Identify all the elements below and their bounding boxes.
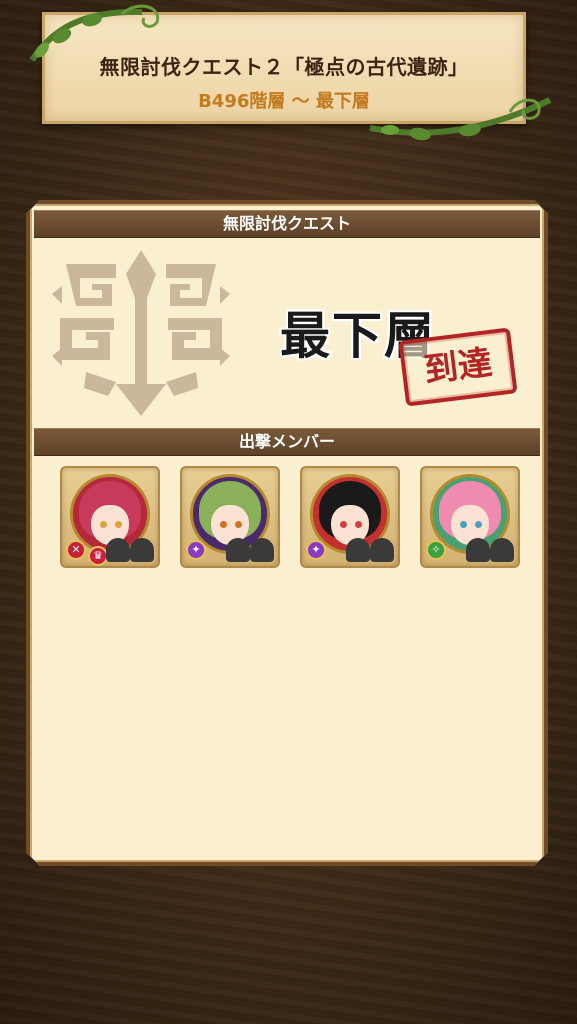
class-icon: ♛ xyxy=(88,546,108,566)
reached-stamp: 到達 xyxy=(398,327,517,406)
member-card-1[interactable]: ✕ ♛ xyxy=(60,466,160,568)
member-card-2[interactable]: ✦ xyxy=(180,466,280,568)
equipment-slots xyxy=(466,536,514,562)
vine-decoration-bottom-right xyxy=(369,97,552,141)
element-icon: ✧ xyxy=(426,540,446,560)
equipment-slots xyxy=(226,536,274,562)
quest-result-panel: 無限討伐クエスト 最下層 到達 出撃メンバー ✕ ♛ ✦ ✦ ✧ xyxy=(26,200,548,866)
vine-decoration-top-left xyxy=(29,4,160,62)
element-icon: ✦ xyxy=(306,540,326,560)
equipment-slots xyxy=(106,536,154,562)
element-icon: ✕ xyxy=(66,540,86,560)
member-card-3[interactable]: ✦ xyxy=(300,466,400,568)
equipment-slots xyxy=(346,536,394,562)
quest-section-header: 無限討伐クエスト xyxy=(34,210,540,238)
ancient-ruins-emblem-icon xyxy=(46,244,236,424)
member-card-4[interactable]: ✧ xyxy=(420,466,520,568)
member-list: ✕ ♛ ✦ ✦ ✧ xyxy=(60,466,530,570)
element-icon: ✦ xyxy=(186,540,206,560)
members-section-header: 出撃メンバー xyxy=(34,428,540,456)
